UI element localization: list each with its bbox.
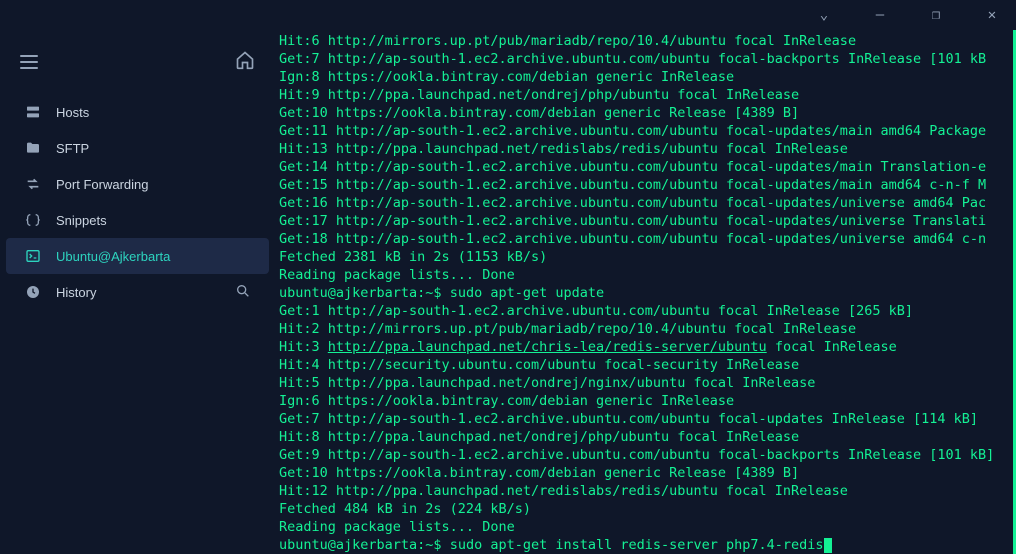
terminal-line: Get:1 http://ap-south-1.ec2.archive.ubun… (279, 302, 1009, 320)
terminal-line: Hit:5 http://ppa.launchpad.net/ondrej/ng… (279, 374, 1009, 392)
terminal-line: Get:7 http://ap-south-1.ec2.archive.ubun… (279, 410, 1009, 428)
sidebar-item-label: Port Forwarding (56, 177, 148, 192)
terminal-line: Hit:3 http://ppa.launchpad.net/chris-lea… (279, 338, 1009, 356)
sidebar-top (0, 42, 275, 94)
terminal-line: Hit:13 http://ppa.launchpad.net/redislab… (279, 140, 1009, 158)
terminal-prompt[interactable]: ubuntu@ajkerbarta:~$ sudo apt-get instal… (279, 536, 1009, 554)
terminal-line: Hit:8 http://ppa.launchpad.net/ondrej/ph… (279, 428, 1009, 446)
terminal-prompt: ubuntu@ajkerbarta:~$ sudo apt-get update (279, 284, 1009, 302)
terminal-line: Get:18 http://ap-south-1.ec2.archive.ubu… (279, 230, 1009, 248)
sidebar-item-sftp[interactable]: SFTP (6, 130, 269, 166)
terminal-line: Ign:6 https://ookla.bintray.com/debian g… (279, 392, 1009, 410)
terminal-line: Get:17 http://ap-south-1.ec2.archive.ubu… (279, 212, 1009, 230)
terminal-line: Ign:8 https://ookla.bintray.com/debian g… (279, 68, 1009, 86)
terminal-line: Get:14 http://ap-south-1.ec2.archive.ubu… (279, 158, 1009, 176)
terminal-line: Hit:4 http://security.ubuntu.com/ubuntu … (279, 356, 1009, 374)
sidebar-item-hosts[interactable]: Hosts (6, 94, 269, 130)
sidebar-item-snippets[interactable]: Snippets (6, 202, 269, 238)
sidebar: Hosts SFTP Port Forwarding Snippets Ubun (0, 30, 275, 554)
terminal-line: Hit:6 http://mirrors.up.pt/pub/mariadb/r… (279, 32, 1009, 50)
sidebar-item-label: SFTP (56, 141, 89, 156)
search-icon[interactable] (235, 283, 251, 302)
sidebar-item-label: Snippets (56, 213, 107, 228)
sidebar-item-label: Ubuntu@Ajkerbarta (56, 249, 170, 264)
hosts-icon (24, 103, 42, 121)
minimize-button[interactable]: — (864, 3, 896, 27)
terminal-line: Get:15 http://ap-south-1.ec2.archive.ubu… (279, 176, 1009, 194)
terminal-line: Get:10 https://ookla.bintray.com/debian … (279, 464, 1009, 482)
terminal-line: Hit:12 http://ppa.launchpad.net/redislab… (279, 482, 1009, 500)
sidebar-item-label: Hosts (56, 105, 89, 120)
folder-icon (24, 139, 42, 157)
port-forwarding-icon (24, 175, 42, 193)
terminal-line: Fetched 2381 kB in 2s (1153 kB/s) (279, 248, 1009, 266)
snippets-icon (24, 211, 42, 229)
terminal-pane[interactable]: Hit:6 http://mirrors.up.pt/pub/mariadb/r… (275, 30, 1016, 554)
title-bar: ⌄ — ❐ ✕ (0, 0, 1016, 30)
terminal-line: Get:11 http://ap-south-1.ec2.archive.ubu… (279, 122, 1009, 140)
terminal-line: Reading package lists... Done (279, 266, 1009, 284)
sidebar-item-session[interactable]: Ubuntu@Ajkerbarta (6, 238, 269, 274)
history-icon (24, 283, 42, 301)
terminal-line: Hit:2 http://mirrors.up.pt/pub/mariadb/r… (279, 320, 1009, 338)
close-button[interactable]: ✕ (976, 3, 1008, 27)
terminal-line: Get:16 http://ap-south-1.ec2.archive.ubu… (279, 194, 1009, 212)
cursor (824, 538, 832, 553)
maximize-button[interactable]: ❐ (920, 3, 952, 27)
terminal-icon (24, 247, 42, 265)
dropdown-button[interactable]: ⌄ (808, 3, 840, 27)
terminal-line: Hit:9 http://ppa.launchpad.net/ondrej/ph… (279, 86, 1009, 104)
terminal-line: Reading package lists... Done (279, 518, 1009, 536)
terminal-line: Get:10 https://ookla.bintray.com/debian … (279, 104, 1009, 122)
sidebar-item-label: History (56, 285, 96, 300)
sidebar-item-history[interactable]: History (6, 274, 269, 310)
sidebar-item-port-forwarding[interactable]: Port Forwarding (6, 166, 269, 202)
terminal-line: Get:9 http://ap-south-1.ec2.archive.ubun… (279, 446, 1009, 464)
home-icon[interactable] (235, 50, 255, 74)
terminal-line: Get:7 http://ap-south-1.ec2.archive.ubun… (279, 50, 1009, 68)
menu-icon[interactable] (20, 55, 38, 69)
terminal-line: Fetched 484 kB in 2s (224 kB/s) (279, 500, 1009, 518)
